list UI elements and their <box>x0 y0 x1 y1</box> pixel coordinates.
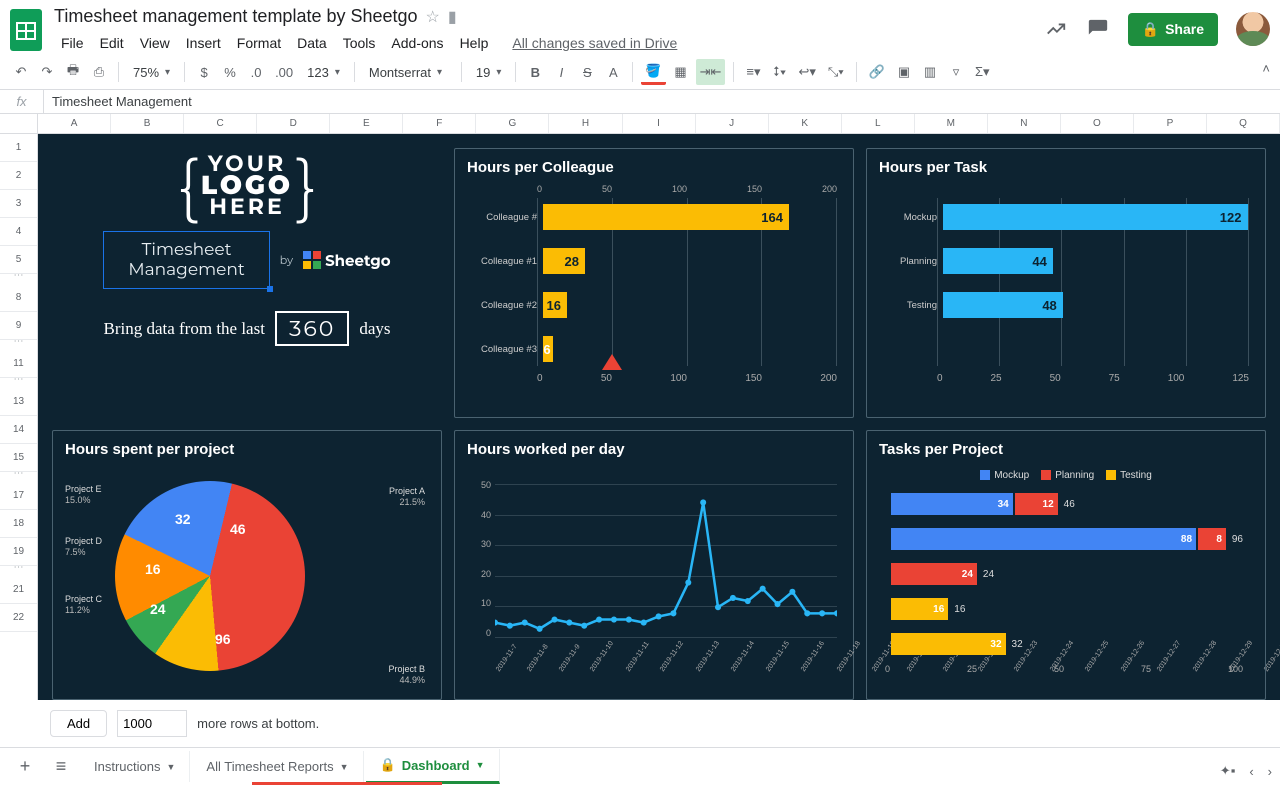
formula-bar: fx Timesheet Management <box>0 90 1280 114</box>
menu-insert[interactable]: Insert <box>179 31 228 55</box>
chart-title: Hours worked per day <box>467 441 841 458</box>
comments-icon[interactable] <box>1086 17 1110 41</box>
menubar: File Edit View Insert Format Data Tools … <box>54 31 1034 55</box>
add-sheet-icon[interactable]: + <box>8 756 42 777</box>
sheets-app-icon[interactable] <box>8 6 44 54</box>
bold-icon[interactable]: B <box>524 59 546 85</box>
chart-title: Hours per Task <box>879 159 1253 176</box>
add-rows-count-input[interactable] <box>117 710 187 737</box>
logo-placeholder: { YOURLOGOHERE } <box>56 154 438 217</box>
days-input[interactable]: 360 <box>275 311 349 346</box>
account-avatar[interactable] <box>1236 12 1270 46</box>
save-status[interactable]: All changes saved in Drive <box>505 31 684 55</box>
chart-title: Hours per Colleague <box>467 159 841 176</box>
explore-icon[interactable]: ✦▪ <box>1220 763 1236 779</box>
panel-tasks-project: Tasks per Project MockupPlanningTesting3… <box>866 430 1266 700</box>
currency-icon[interactable]: $ <box>193 59 215 85</box>
document-title[interactable]: Timesheet management template by Sheetgo… <box>54 6 1034 27</box>
text-color-icon[interactable]: A <box>602 59 624 85</box>
menu-addons[interactable]: Add-ons <box>384 31 450 55</box>
selected-cell-title[interactable]: TimesheetManagement <box>103 231 269 289</box>
font-size-dropdown[interactable]: 19 <box>470 65 508 80</box>
toolbar: ↶ ↷ 🖶 ⎙ 75% $ % .0 .00 123 Montserrat 19… <box>0 55 1280 90</box>
menu-view[interactable]: View <box>133 31 177 55</box>
panel-hours-colleague: Hours per Colleague 050100150200Colleagu… <box>454 148 854 418</box>
strike-icon[interactable]: S <box>576 59 598 85</box>
formula-input[interactable]: Timesheet Management <box>44 90 200 113</box>
add-rows-label: more rows at bottom. <box>197 716 319 731</box>
tab-dashboard[interactable]: 🔒Dashboard▼ <box>366 749 500 784</box>
percent-icon[interactable]: % <box>219 59 241 85</box>
wrap-icon[interactable]: ↩▾ <box>794 59 819 85</box>
activity-icon[interactable] <box>1044 17 1068 41</box>
fx-icon: fx <box>0 90 44 113</box>
redo-icon[interactable]: ↷ <box>36 59 58 85</box>
menu-tools[interactable]: Tools <box>336 31 383 55</box>
valign-icon[interactable]: ⭥▾ <box>768 59 790 85</box>
rotate-icon[interactable]: ⤡▾ <box>824 59 848 85</box>
add-rows-button[interactable]: Add <box>50 710 107 737</box>
chart-title: Tasks per Project <box>879 441 1253 458</box>
menu-help[interactable]: Help <box>453 31 496 55</box>
sheet-tab-strip: + ≡ Instructions▼ All Timesheet Reports▼… <box>0 747 1280 785</box>
dec-increase-icon[interactable]: .00 <box>271 59 297 85</box>
menu-edit[interactable]: Edit <box>93 31 131 55</box>
sheetgo-logo: Sheetgo <box>303 251 391 270</box>
tab-instructions[interactable]: Instructions▼ <box>80 751 190 782</box>
panel-hours-day: Hours worked per day 504030201002019-11-… <box>454 430 854 700</box>
all-sheets-icon[interactable]: ≡ <box>44 756 78 777</box>
share-button[interactable]: 🔒 Share <box>1128 13 1218 46</box>
functions-icon[interactable]: Σ▾ <box>971 59 994 85</box>
number-format-dropdown[interactable]: 123 <box>301 65 346 80</box>
tab-all-reports[interactable]: All Timesheet Reports▼ <box>192 751 363 782</box>
panel-logo: { YOURLOGOHERE } TimesheetManagement by … <box>52 148 442 418</box>
folder-icon[interactable]: ▮ <box>448 7 457 27</box>
font-family-dropdown[interactable]: Montserrat <box>363 65 453 80</box>
insert-chart-icon[interactable]: ▥ <box>919 59 941 85</box>
scroll-left-icon[interactable]: ‹ <box>1249 764 1253 779</box>
scroll-right-icon[interactable]: › <box>1268 764 1272 779</box>
titlebar: Timesheet management template by Sheetgo… <box>0 0 1280 55</box>
lock-icon: 🔒 <box>1142 21 1159 38</box>
italic-icon[interactable]: I <box>550 59 572 85</box>
borders-icon[interactable]: ▦ <box>670 59 692 85</box>
link-icon[interactable]: 🔗 <box>865 59 889 85</box>
paint-format-icon[interactable]: ⎙ <box>88 59 110 85</box>
column-headers[interactable]: ABC DEF GHI JKL MNO PQ <box>38 114 1280 134</box>
undo-icon[interactable]: ↶ <box>10 59 32 85</box>
menu-format[interactable]: Format <box>230 31 288 55</box>
panel-hours-task: Hours per Task Mockup122Planning44Testin… <box>866 148 1266 418</box>
lock-icon: 🔒 <box>380 757 396 773</box>
zoom-dropdown[interactable]: 75% <box>127 65 176 80</box>
days-filter: Bring data from the last 360 days <box>56 311 438 346</box>
insert-comment-icon[interactable]: ▣ <box>893 59 915 85</box>
panel-hours-project: Hours spent per project 4696241632Projec… <box>52 430 442 700</box>
dashboard-canvas: { YOURLOGOHERE } TimesheetManagement by … <box>38 134 1280 700</box>
chart-title: Hours spent per project <box>65 441 429 458</box>
row-headers[interactable]: 12 34 5⋯ 89 ⋯11⋯ 1314 15⋯ 1718 19⋯ 2122 <box>0 114 38 700</box>
dec-decrease-icon[interactable]: .0 <box>245 59 267 85</box>
merge-cells-icon[interactable]: ⇥⇤ <box>696 59 726 85</box>
fill-color-icon[interactable]: 🪣 <box>641 59 665 85</box>
menu-data[interactable]: Data <box>290 31 334 55</box>
star-icon[interactable]: ☆ <box>426 7 440 27</box>
halign-icon[interactable]: ≡▾ <box>742 59 764 85</box>
collapse-toolbar-icon[interactable]: ˄ <box>1262 61 1270 76</box>
print-icon[interactable]: 🖶 <box>62 59 84 85</box>
menu-file[interactable]: File <box>54 31 91 55</box>
filter-icon[interactable]: ▿ <box>945 59 967 85</box>
add-rows-bar: Add more rows at bottom. <box>0 700 1280 747</box>
